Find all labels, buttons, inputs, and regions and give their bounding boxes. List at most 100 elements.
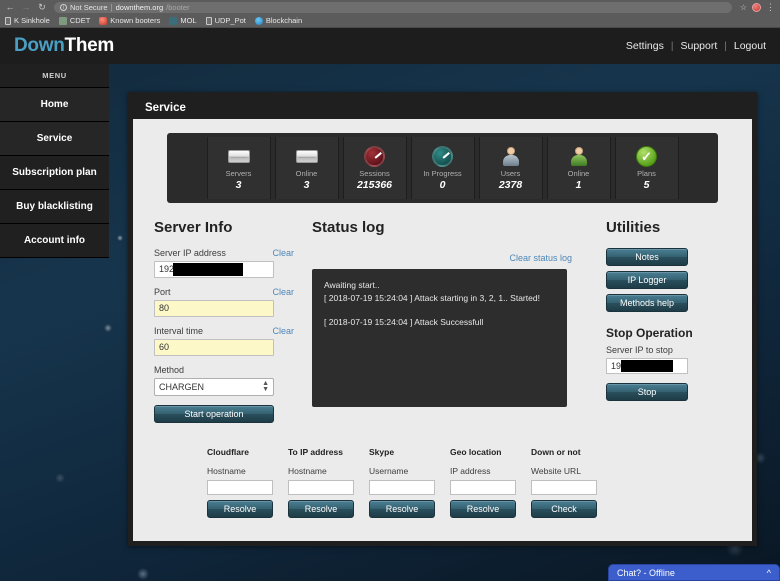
- security-status-label: Not Secure: [70, 3, 108, 12]
- stat-servers: Servers 3: [207, 137, 271, 199]
- server-icon: [228, 146, 250, 168]
- page-title: Service: [133, 97, 752, 119]
- port-input[interactable]: 80: [154, 300, 274, 317]
- tool-title: Cloudflare: [207, 447, 273, 457]
- bookmark-mol[interactable]: MOL: [169, 16, 196, 25]
- bookmark-label: Known booters: [110, 16, 160, 25]
- log-line: [ 2018-07-19 15:24:04 ] Attack Successfu…: [324, 316, 555, 329]
- geo-resolve-button[interactable]: Resolve: [450, 500, 516, 518]
- port-label: Port: [154, 287, 171, 297]
- redaction-bar: [621, 360, 673, 372]
- notes-button[interactable]: Notes: [606, 248, 688, 266]
- sidebar-item-subscription-plan[interactable]: Subscription plan: [0, 156, 109, 190]
- stat-label: Sessions: [359, 169, 389, 178]
- chat-widget[interactable]: Chat? - Offline ^: [608, 564, 780, 581]
- tool-cloudflare: Cloudflare Hostname Resolve: [207, 447, 273, 518]
- stat-label: Servers: [226, 169, 252, 178]
- page-body: Servers 3 Online 3 Sessions 215366 In Pr…: [133, 119, 752, 541]
- method-selected-value: CHARGEN: [159, 379, 204, 395]
- nav-separator: |: [671, 41, 674, 52]
- reload-icon[interactable]: ↻: [36, 0, 48, 14]
- stat-value: 5: [644, 179, 650, 191]
- forward-arrow-icon: →: [20, 0, 32, 14]
- omnibar-actions: ☆ ⋮: [740, 2, 776, 13]
- not-secure-info-icon[interactable]: i: [60, 4, 67, 11]
- content-frame: Service Servers 3 Online 3 Sessions 2153…: [128, 92, 757, 546]
- clear-interval-link[interactable]: Clear: [272, 326, 294, 336]
- bookmark-blockchain[interactable]: Blockchain: [255, 16, 302, 25]
- tool-label: Hostname: [207, 466, 273, 476]
- stat-label: In Progress: [423, 169, 461, 178]
- method-select[interactable]: CHARGEN ▲▼: [154, 378, 274, 396]
- browser-chrome: ← → ↻ i Not Secure | downthem.org/booter…: [0, 0, 780, 28]
- main-columns: Server Info Server IP address Clear 192 …: [149, 219, 736, 423]
- server-ip-input[interactable]: 192: [154, 261, 274, 278]
- start-operation-button[interactable]: Start operation: [154, 405, 274, 423]
- bookmark-udp-pot[interactable]: UDP_Pot: [206, 16, 246, 25]
- logo-part-2: Them: [65, 35, 114, 56]
- stat-value: 0: [440, 179, 446, 191]
- user-green-icon: [570, 146, 588, 168]
- skype-username-input[interactable]: [369, 480, 435, 495]
- clear-port-link[interactable]: Clear: [272, 287, 294, 297]
- clear-status-log-link[interactable]: Clear status log: [509, 253, 572, 263]
- profile-avatar-icon[interactable]: [752, 3, 761, 12]
- utilities-heading: Utilities: [606, 219, 726, 236]
- server-info-panel: Server Info Server IP address Clear 192 …: [154, 219, 294, 423]
- website-url-input[interactable]: [531, 480, 597, 495]
- lookup-tools-row: Cloudflare Hostname Resolve To IP addres…: [207, 447, 736, 518]
- sidebar-item-buy-blacklisting[interactable]: Buy blacklisting: [0, 190, 109, 224]
- url-separator: |: [111, 3, 113, 12]
- geo-ip-input[interactable]: [450, 480, 516, 495]
- sidebar-item-account-info[interactable]: Account info: [0, 224, 109, 258]
- bookmark-label: MOL: [180, 16, 196, 25]
- sidebar-item-home[interactable]: Home: [0, 88, 109, 122]
- clear-server-ip-link[interactable]: Clear: [272, 248, 294, 258]
- status-log-panel: Status log Clear status log Awaiting sta…: [294, 219, 576, 423]
- bookmark-k-sinkhole[interactable]: K Sinkhole: [5, 16, 50, 25]
- down-check-button[interactable]: Check: [531, 500, 597, 518]
- sidebar-heading: MENU: [0, 64, 109, 88]
- sidebar: MENU Home Service Subscription plan Buy …: [0, 64, 109, 258]
- to-ip-resolve-button[interactable]: Resolve: [288, 500, 354, 518]
- address-bar[interactable]: i Not Secure | downthem.org/booter: [54, 2, 732, 13]
- nav-separator: |: [724, 41, 727, 52]
- red-bug-icon: [99, 17, 107, 25]
- to-ip-hostname-input[interactable]: [288, 480, 354, 495]
- chevron-up-icon[interactable]: ^: [767, 568, 771, 578]
- bookmark-label: K Sinkhole: [14, 16, 50, 25]
- stop-ip-input[interactable]: 19: [606, 358, 688, 374]
- interval-time-input[interactable]: 60: [154, 339, 274, 356]
- status-log-box[interactable]: Awaiting start.. [ 2018-07-19 15:24:04 ]…: [312, 269, 567, 407]
- stop-button[interactable]: Stop: [606, 383, 688, 401]
- sidebar-item-service[interactable]: Service: [0, 122, 109, 156]
- star-icon[interactable]: ☆: [740, 3, 747, 12]
- site-logo[interactable]: DownThem: [14, 35, 114, 57]
- ip-logger-button[interactable]: IP Logger: [606, 271, 688, 289]
- tool-label: Website URL: [531, 466, 597, 476]
- log-line: Awaiting start..: [324, 279, 555, 292]
- stat-value: 215366: [357, 179, 392, 191]
- browser-menu-icon[interactable]: ⋮: [766, 2, 774, 13]
- methods-help-button[interactable]: Methods help: [606, 294, 688, 312]
- back-arrow-icon[interactable]: ←: [4, 0, 16, 14]
- stat-value: 2378: [499, 179, 522, 191]
- tool-title: Down or not: [531, 447, 597, 457]
- tool-to-ip-address: To IP address Hostname Resolve: [288, 447, 354, 518]
- tool-geo-location: Geo location IP address Resolve: [450, 447, 516, 518]
- skype-resolve-button[interactable]: Resolve: [369, 500, 435, 518]
- server-ip-value: 192: [159, 264, 174, 274]
- nav-logout[interactable]: Logout: [734, 40, 766, 52]
- stat-label: Online: [568, 169, 590, 178]
- bookmark-cdet[interactable]: CDET: [59, 16, 90, 25]
- nav-support[interactable]: Support: [680, 40, 717, 52]
- stat-servers-online: Online 3: [275, 137, 339, 199]
- cloudflare-hostname-input[interactable]: [207, 480, 273, 495]
- page-icon: [5, 17, 11, 25]
- utilities-panel: Utilities Notes IP Logger Methods help S…: [576, 219, 726, 423]
- cloudflare-resolve-button[interactable]: Resolve: [207, 500, 273, 518]
- interval-row: Interval time Clear: [154, 326, 294, 336]
- tool-down-or-not: Down or not Website URL Check: [531, 447, 597, 518]
- bookmark-known-booters[interactable]: Known booters: [99, 16, 160, 25]
- nav-settings[interactable]: Settings: [626, 40, 664, 52]
